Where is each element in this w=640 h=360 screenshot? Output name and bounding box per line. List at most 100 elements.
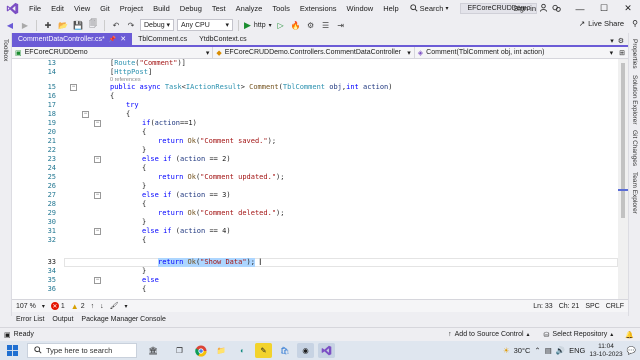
class-dropdown[interactable]: ◆ EFCoreCRUDDemo.Controllers.CommentData…	[213, 47, 415, 58]
maximize-button[interactable]: ☐	[592, 0, 616, 17]
menu-git[interactable]: Git	[95, 0, 115, 17]
tab-commentdatacontroller[interactable]: CommentDataController.cs* 📌 ✕	[12, 33, 133, 45]
menu-help[interactable]: Help	[378, 0, 403, 17]
fold-toggle[interactable]: −	[94, 120, 101, 127]
solution-explorer-tab[interactable]: Solution Explorer	[631, 75, 638, 125]
tab-output[interactable]: Output	[52, 316, 73, 323]
editor-vertical-scrollbar[interactable]	[618, 59, 628, 299]
char-position[interactable]: Ch: 21	[559, 303, 580, 310]
whitespace-mode[interactable]: SPC	[585, 303, 599, 310]
menu-file[interactable]: File	[24, 0, 46, 17]
windows-start-icon[interactable]	[4, 343, 21, 358]
menu-test[interactable]: Test	[207, 0, 231, 17]
tab-tblcomment[interactable]: TblComment.cs	[132, 33, 193, 45]
chevron-down-icon[interactable]: ▾	[125, 303, 128, 310]
close-button[interactable]: ✕	[616, 0, 640, 17]
configuration-select[interactable]: Debug ▾	[140, 19, 174, 31]
menu-window[interactable]: Window	[342, 0, 379, 17]
warning-count[interactable]: ▲ 2	[71, 302, 85, 311]
redo-icon[interactable]: ↷	[125, 19, 137, 31]
save-all-icon[interactable]: 🗐	[87, 19, 99, 31]
properties-tab[interactable]: Properties	[631, 39, 638, 69]
feedback-icon[interactable]	[544, 0, 568, 17]
search-button[interactable]: Search ▾	[406, 3, 453, 14]
navigate-forward-icon[interactable]: ▶	[19, 19, 31, 31]
settings-icon[interactable]: ⚙	[618, 37, 624, 45]
chrome-profile-icon[interactable]: ◉	[297, 343, 314, 358]
tab-ytdbcontext[interactable]: YtdbContext.cs	[193, 33, 252, 45]
zoom-level[interactable]: 107 %	[16, 303, 36, 310]
team-explorer-tab[interactable]: Team Explorer	[631, 172, 638, 214]
network-icon[interactable]: ▤	[545, 346, 552, 355]
add-to-source-control-button[interactable]: ↑ Add to Source Control ▴	[448, 331, 529, 338]
fold-toggle[interactable]: −	[70, 84, 77, 91]
select-repository-button[interactable]: ⛁ Select Repository ▴	[544, 331, 614, 339]
close-tab-icon[interactable]: ✕	[120, 35, 126, 43]
toolbox-tab[interactable]: Toolbox	[2, 39, 9, 61]
minimize-button[interactable]: —	[568, 0, 592, 17]
tab-error-list[interactable]: Error List	[16, 316, 44, 323]
notification-center-icon[interactable]: 💬	[627, 346, 636, 355]
hot-reload-icon[interactable]: 🔥	[290, 19, 302, 31]
tab-overflow-icon[interactable]: ▾	[610, 37, 614, 45]
weather-temperature[interactable]: 30°C	[514, 346, 531, 355]
visual-studio-taskbar-icon[interactable]	[318, 343, 335, 358]
menu-edit[interactable]: Edit	[46, 0, 69, 17]
weather-icon[interactable]: ☀	[503, 346, 510, 355]
previous-issue-icon[interactable]: ↑	[91, 303, 95, 310]
search-highlight-icon[interactable]: 🏛	[139, 343, 167, 358]
menu-build[interactable]: Build	[148, 0, 175, 17]
tool-icon[interactable]: ⚙	[305, 19, 317, 31]
pin-icon[interactable]: 📌	[109, 36, 116, 43]
volume-icon[interactable]: 🔊	[556, 346, 565, 355]
line-position[interactable]: Ln: 33	[533, 303, 552, 310]
git-changes-tab[interactable]: Git Changes	[631, 130, 638, 166]
store-icon[interactable]: 🛍	[276, 343, 293, 358]
notifications-icon[interactable]: 🔔	[625, 331, 634, 339]
error-count[interactable]: ✕ 1	[50, 302, 65, 310]
task-view-icon[interactable]: ❐	[171, 343, 188, 358]
next-issue-icon[interactable]: ↓	[100, 303, 104, 310]
open-folder-icon[interactable]: 📂	[57, 19, 69, 31]
code-cleanup-icon[interactable]: 🖌	[110, 302, 119, 310]
tab-package-manager-console[interactable]: Package Manager Console	[81, 316, 165, 323]
split-editor-icon[interactable]: ⊞	[616, 49, 628, 57]
menu-debug[interactable]: Debug	[175, 0, 207, 17]
line-ending[interactable]: CRLF	[606, 303, 624, 310]
fold-toggle[interactable]: −	[94, 277, 101, 284]
menu-analyze[interactable]: Analyze	[231, 0, 268, 17]
chrome-icon[interactable]	[192, 343, 209, 358]
project-dropdown[interactable]: ▣ EFCoreCRUDDemo ▾	[12, 47, 214, 58]
run-without-debug-icon[interactable]: ▷	[275, 19, 287, 31]
clock[interactable]: 11:04 13-10-2023	[589, 343, 622, 359]
navigate-back-icon[interactable]: ◀	[4, 19, 16, 31]
undo-icon[interactable]: ↶	[110, 19, 122, 31]
file-explorer-icon[interactable]: 📁	[213, 343, 230, 358]
sign-in-button[interactable]: Sign in	[513, 3, 548, 14]
member-dropdown[interactable]: ◈ Comment(TblComment obj, int action) ▾	[415, 47, 616, 58]
menu-view[interactable]: View	[69, 0, 95, 17]
toolbar-more-icon[interactable]: ⇥	[335, 19, 347, 31]
live-share-button[interactable]: ↗ Live Share	[579, 19, 624, 28]
sticky-notes-icon[interactable]: ✎	[255, 343, 272, 358]
new-item-icon[interactable]: ✚	[42, 19, 54, 31]
language-indicator[interactable]: ENG	[569, 346, 585, 355]
fold-toggle[interactable]: −	[82, 111, 89, 118]
menu-project[interactable]: Project	[115, 0, 148, 17]
run-button[interactable]: ▶ http ▾	[244, 20, 272, 31]
preview-feature-icon[interactable]: ⚲	[632, 19, 638, 28]
chevron-down-icon[interactable]: ▾	[42, 303, 45, 310]
save-icon[interactable]: 💾	[72, 19, 84, 31]
format-icon[interactable]: ☰	[320, 19, 332, 31]
menu-extensions[interactable]: Extensions	[295, 0, 342, 17]
menu-tools[interactable]: Tools	[267, 0, 295, 17]
scrollbar-thumb[interactable]	[621, 63, 625, 218]
taskbar-search-input[interactable]: Type here to search	[27, 343, 137, 358]
code-editor[interactable]: 13 14 15 16 17 18 19 20 21 22 23 24 25 2…	[12, 59, 618, 299]
fold-toggle[interactable]: −	[94, 192, 101, 199]
platform-select[interactable]: Any CPU ▾	[177, 19, 233, 31]
fold-toggle[interactable]: −	[94, 156, 101, 163]
fold-toggle[interactable]: −	[94, 228, 101, 235]
edge-icon[interactable]: ◐	[234, 343, 251, 358]
tray-overflow-icon[interactable]: ⌃	[534, 346, 540, 355]
